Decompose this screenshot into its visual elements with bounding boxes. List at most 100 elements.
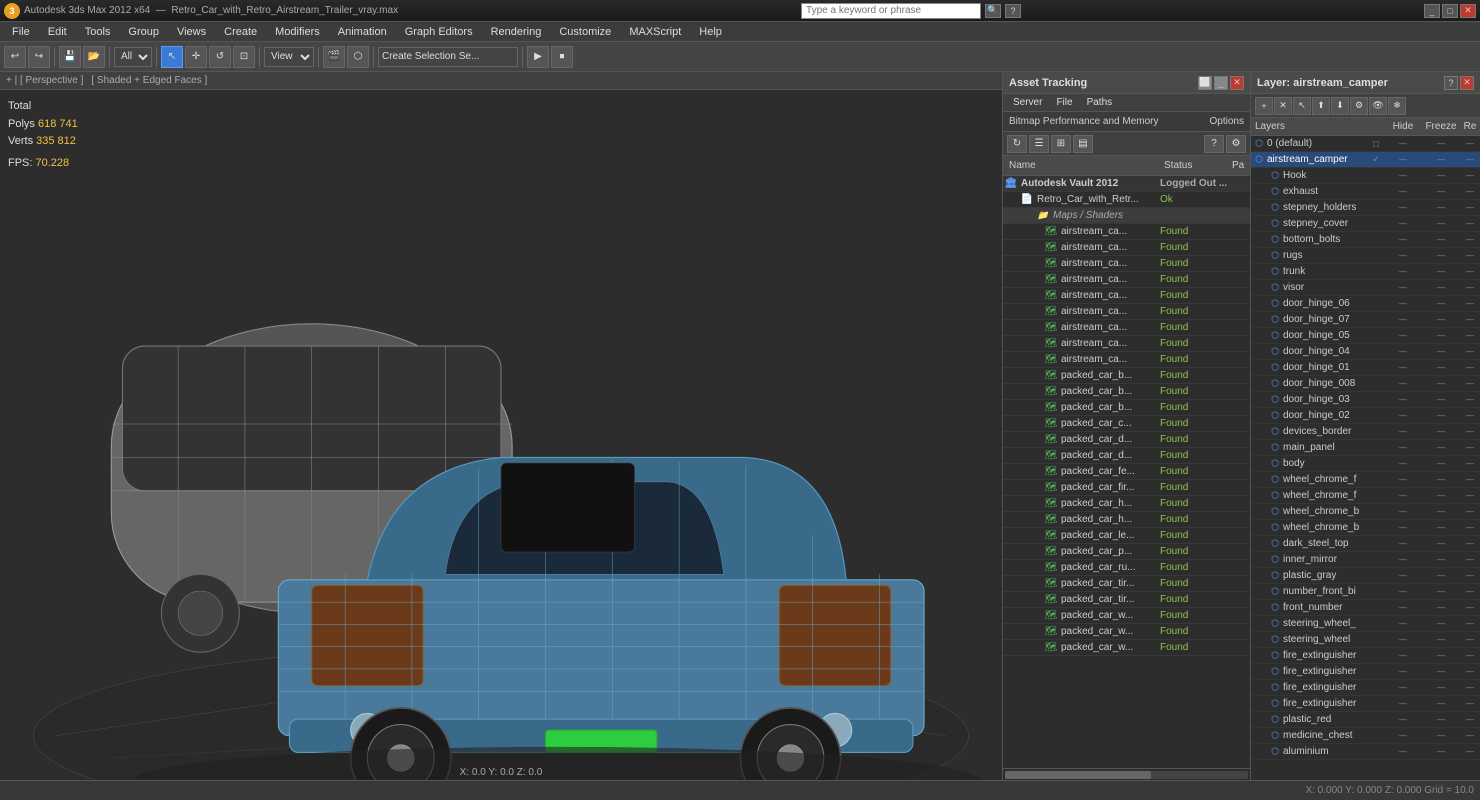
layer-row-visor[interactable]: ⬡ visor — — — xyxy=(1251,280,1480,296)
material-btn[interactable]: ⬡ xyxy=(347,46,369,68)
layer-row-airstream[interactable]: ⬡ airstream_camper ✓ — — — xyxy=(1251,152,1480,168)
asset-row-map-2[interactable]: 🗺 airstream_ca... Found xyxy=(1003,240,1250,256)
layer-row-wheel-chrome-b2[interactable]: ⬡ wheel_chrome_b — — — xyxy=(1251,520,1480,536)
layer-row-wheel-chrome-f1[interactable]: ⬡ wheel_chrome_f — — — xyxy=(1251,472,1480,488)
layer-row-fire-ext-4[interactable]: ⬡ fire_extinguisher — — — xyxy=(1251,696,1480,712)
layer-row-main-panel[interactable]: ⬡ main_panel — — — xyxy=(1251,440,1480,456)
layer-row-devices-border[interactable]: ⬡ devices_border — — — xyxy=(1251,424,1480,440)
layers-help-btn[interactable]: ? xyxy=(1444,76,1458,90)
asset-options[interactable]: Options xyxy=(1210,116,1244,127)
asset-row-packed-c[interactable]: 🗺 packed_car_c... Found xyxy=(1003,416,1250,432)
layer-row-door-hinge-06[interactable]: ⬡ door_hinge_06 — — — xyxy=(1251,296,1480,312)
asset-row-packed-d2[interactable]: 🗺 packed_car_d... Found xyxy=(1003,448,1250,464)
viewport-select[interactable]: View xyxy=(264,47,314,67)
asset-minimize-btn[interactable]: _ xyxy=(1214,76,1228,90)
asset-list-btn[interactable]: ☰ xyxy=(1029,135,1049,153)
asset-row-packed-w1[interactable]: 🗺 packed_car_w... Found xyxy=(1003,608,1250,624)
asset-row-packed-d1[interactable]: 🗺 packed_car_d... Found xyxy=(1003,432,1250,448)
asset-detail-btn[interactable]: ▤ xyxy=(1073,135,1093,153)
asset-restore-btn[interactable]: ⬜ xyxy=(1198,76,1212,90)
asset-row-map-5[interactable]: 🗺 airstream_ca... Found xyxy=(1003,288,1250,304)
selection-set-input[interactable] xyxy=(378,47,518,67)
layers-hide-btn[interactable]: 👁 xyxy=(1369,97,1387,115)
asset-row-packed-ru[interactable]: 🗺 packed_car_ru... Found xyxy=(1003,560,1250,576)
asset-row-packed-fir[interactable]: 🗺 packed_car_fir... Found xyxy=(1003,480,1250,496)
open-btn[interactable]: 📂 xyxy=(83,46,105,68)
menu-tools[interactable]: Tools xyxy=(77,24,119,40)
layer-row-steering-wheel-2[interactable]: ⬡ steering_wheel — — — xyxy=(1251,632,1480,648)
layer-row-inner-mirror[interactable]: ⬡ inner_mirror — — — xyxy=(1251,552,1480,568)
asset-row-map-3[interactable]: 🗺 airstream_ca... Found xyxy=(1003,256,1250,272)
layer-row-dark-steel-top[interactable]: ⬡ dark_steel_top — — — xyxy=(1251,536,1480,552)
asset-row-map-6[interactable]: 🗺 airstream_ca... Found xyxy=(1003,304,1250,320)
asset-row-packed-b3[interactable]: 🗺 packed_car_b... Found xyxy=(1003,400,1250,416)
rotate-btn[interactable]: ↺ xyxy=(209,46,231,68)
menu-file[interactable]: File xyxy=(4,24,38,40)
layer-row-stepney-holders[interactable]: ⬡ stepney_holders — — — xyxy=(1251,200,1480,216)
layers-select-btn[interactable]: ↖ xyxy=(1293,97,1311,115)
layer-row-plastic-gray[interactable]: ⬡ plastic_gray — — — xyxy=(1251,568,1480,584)
layer-row-fire-ext-1[interactable]: ⬡ fire_extinguisher — — — xyxy=(1251,648,1480,664)
redo-btn[interactable]: ↪ xyxy=(28,46,50,68)
layer-row-door-hinge-04[interactable]: ⬡ door_hinge_04 — — — xyxy=(1251,344,1480,360)
layer-row-steering-wheel-1[interactable]: ⬡ steering_wheel_ — — — xyxy=(1251,616,1480,632)
layers-freeze-btn[interactable]: ❄ xyxy=(1388,97,1406,115)
asset-row-map-9[interactable]: 🗺 airstream_ca... Found xyxy=(1003,352,1250,368)
minimize-btn[interactable]: _ xyxy=(1424,4,1440,18)
stop-btn[interactable]: ⏹ xyxy=(551,46,573,68)
asset-row-map-4[interactable]: 🗺 airstream_ca... Found xyxy=(1003,272,1250,288)
layer-row-door-hinge-02[interactable]: ⬡ door_hinge_02 — — — xyxy=(1251,408,1480,424)
asset-row-packed-h1[interactable]: 🗺 packed_car_h... Found xyxy=(1003,496,1250,512)
asset-scrollbar[interactable] xyxy=(1003,768,1250,780)
layer-row-hook[interactable]: ⬡ Hook — — — xyxy=(1251,168,1480,184)
layer-row-bottom-bolts[interactable]: ⬡ bottom_bolts — — — xyxy=(1251,232,1480,248)
layers-new-btn[interactable]: + xyxy=(1255,97,1273,115)
layer-row-number-front-bi[interactable]: ⬡ number_front_bi — — — xyxy=(1251,584,1480,600)
layer-row-fire-ext-2[interactable]: ⬡ fire_extinguisher — — — xyxy=(1251,664,1480,680)
asset-menu-server[interactable]: Server xyxy=(1007,96,1048,109)
layer-row-body[interactable]: ⬡ body — — — xyxy=(1251,456,1480,472)
asset-row-maps-section[interactable]: 📁 Maps / Shaders xyxy=(1003,208,1250,224)
menu-edit[interactable]: Edit xyxy=(40,24,75,40)
asset-row-packed-w3[interactable]: 🗺 packed_car_w... Found xyxy=(1003,640,1250,656)
restore-btn[interactable]: □ xyxy=(1442,4,1458,18)
layer-row-door-hinge-07[interactable]: ⬡ door_hinge_07 — — — xyxy=(1251,312,1480,328)
asset-row-packed-b1[interactable]: 🗺 packed_car_b... Found xyxy=(1003,368,1250,384)
layer-row-front-number[interactable]: ⬡ front_number — — — xyxy=(1251,600,1480,616)
layers-delete-btn[interactable]: ✕ xyxy=(1274,97,1292,115)
layers-move-btn[interactable]: ⬆ xyxy=(1312,97,1330,115)
help-btn[interactable]: ? xyxy=(1005,4,1021,18)
menu-help[interactable]: Help xyxy=(691,24,730,40)
select-btn[interactable]: ↖ xyxy=(161,46,183,68)
layer-row-trunk[interactable]: ⬡ trunk — — — xyxy=(1251,264,1480,280)
asset-row-packed-tir1[interactable]: 🗺 packed_car_tir... Found xyxy=(1003,576,1250,592)
asset-row-packed-tir2[interactable]: 🗺 packed_car_tir... Found xyxy=(1003,592,1250,608)
asset-row-vault[interactable]: 🏛 Autodesk Vault 2012 Logged Out ... xyxy=(1003,176,1250,192)
asset-row-packed-b2[interactable]: 🗺 packed_car_b... Found xyxy=(1003,384,1250,400)
search-input[interactable] xyxy=(801,3,981,19)
layers-close-btn[interactable]: ✕ xyxy=(1460,76,1474,90)
asset-thumb-btn[interactable]: ⊞ xyxy=(1051,135,1071,153)
layer-row-plastic-red[interactable]: ⬡ plastic_red — — — xyxy=(1251,712,1480,728)
layer-row-wheel-chrome-f2[interactable]: ⬡ wheel_chrome_f — — — xyxy=(1251,488,1480,504)
menu-create[interactable]: Create xyxy=(216,24,265,40)
layers-list[interactable]: ⬡ 0 (default) □ — — — ⬡ airstream_camper… xyxy=(1251,136,1480,780)
move-btn[interactable]: ✛ xyxy=(185,46,207,68)
asset-row-packed-fe[interactable]: 🗺 packed_car_fe... Found xyxy=(1003,464,1250,480)
menu-graph-editors[interactable]: Graph Editors xyxy=(397,24,481,40)
asset-list[interactable]: 🏛 Autodesk Vault 2012 Logged Out ... 📄 R… xyxy=(1003,176,1250,768)
asset-settings-btn[interactable]: ⚙ xyxy=(1226,135,1246,153)
layer-row-fire-ext-3[interactable]: ⬡ fire_extinguisher — — — xyxy=(1251,680,1480,696)
menu-maxscript[interactable]: MAXScript xyxy=(621,24,689,40)
search-btn[interactable]: 🔍 xyxy=(985,4,1001,18)
asset-reload-btn[interactable]: ↻ xyxy=(1007,135,1027,153)
asset-row-packed-p[interactable]: 🗺 packed_car_p... Found xyxy=(1003,544,1250,560)
menu-group[interactable]: Group xyxy=(120,24,167,40)
menu-rendering[interactable]: Rendering xyxy=(483,24,550,40)
layer-row-rugs[interactable]: ⬡ rugs — — — xyxy=(1251,248,1480,264)
playback-btn[interactable]: ▶ xyxy=(527,46,549,68)
layer-row-wheel-chrome-b1[interactable]: ⬡ wheel_chrome_b — — — xyxy=(1251,504,1480,520)
menu-views[interactable]: Views xyxy=(169,24,214,40)
asset-help-btn[interactable]: ? xyxy=(1204,135,1224,153)
menu-modifiers[interactable]: Modifiers xyxy=(267,24,328,40)
